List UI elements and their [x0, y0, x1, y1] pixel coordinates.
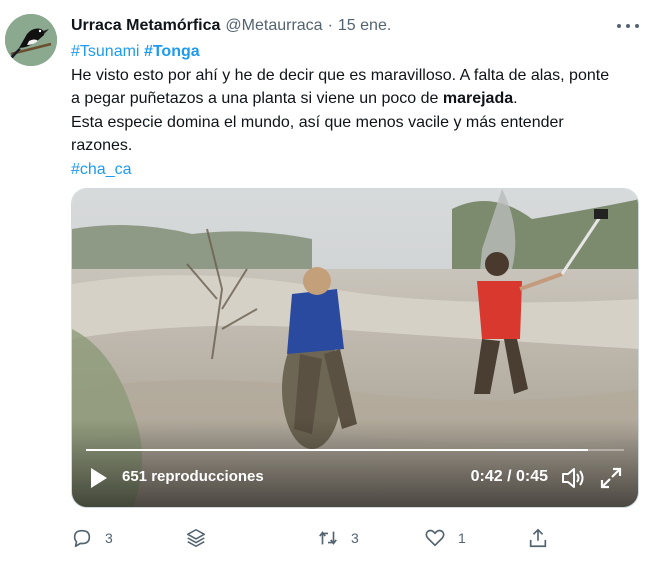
tweet-header: Urraca Metamórfica @Metaurraca · 15 ene. [71, 15, 391, 37]
share-icon [529, 528, 547, 548]
hashtag-cha-ca[interactable]: #cha_ca [71, 161, 132, 178]
hashtag-tonga[interactable]: #Tonga [144, 43, 200, 60]
video-player[interactable]: 651 reproducciones 0:42 / 0:45 [71, 188, 639, 508]
tweet[interactable]: Urraca Metamórfica @Metaurraca · 15 ene.… [0, 0, 662, 564]
video-timecode: 0:42 / 0:45 [470, 468, 548, 485]
progress-bar[interactable] [86, 449, 624, 451]
display-name[interactable]: Urraca Metamórfica [71, 17, 220, 35]
video-controls: 651 reproducciones 0:42 / 0:45 [72, 443, 638, 507]
community-notes-button[interactable] [185, 524, 207, 552]
magpie-bird-avatar-icon [5, 14, 57, 66]
progress-fill [86, 449, 588, 451]
separator-dot: · [327, 17, 333, 34]
reply-icon [73, 529, 91, 548]
tweet-text: #Tsunami #Tonga He visto esto por ahí y … [71, 40, 651, 181]
volume-icon[interactable] [560, 465, 586, 491]
tweet-text-fragment: a pegar puñetazos a una planta si viene … [71, 90, 443, 107]
tweet-actions: 3 3 1 [71, 524, 561, 552]
share-button[interactable] [527, 524, 549, 552]
like-button[interactable]: 1 [424, 524, 466, 552]
reply-button[interactable]: 3 [71, 524, 113, 552]
tweet-hashtags-line: #Tsunami #Tonga [71, 40, 651, 64]
avatar[interactable] [5, 14, 57, 66]
user-handle[interactable]: @Metaurraca [225, 17, 322, 35]
retweet-button[interactable]: 3 [317, 524, 359, 552]
tweet-text-line: He visto esto por ahí y he de decir que … [71, 66, 610, 84]
tweet-text-fragment: . [513, 90, 518, 107]
tweet-text-line: a pegar puñetazos a una planta si viene … [71, 87, 651, 111]
heart-icon [425, 529, 445, 547]
fullscreen-icon[interactable] [598, 465, 624, 491]
like-count: 1 [458, 530, 466, 546]
retweet-count: 3 [351, 530, 359, 546]
tweet-hashtags-line: #cha_ca [71, 158, 651, 182]
tweet-text-line: razones. [71, 137, 133, 154]
more-dots-icon [617, 24, 621, 28]
more-options-button[interactable] [617, 19, 639, 33]
play-icon[interactable] [90, 467, 108, 489]
reply-count: 3 [105, 530, 113, 546]
hashtag-tsunami[interactable]: #Tsunami [71, 43, 139, 60]
retweet-icon [319, 531, 337, 545]
highlighted-word: marejada [442, 90, 514, 107]
view-count: 651 reproducciones [122, 468, 264, 485]
layers-icon [186, 528, 206, 548]
tweet-text-line: Esta especie domina el mundo, así que me… [71, 113, 564, 131]
tweet-timestamp[interactable]: 15 ene. [338, 17, 391, 35]
